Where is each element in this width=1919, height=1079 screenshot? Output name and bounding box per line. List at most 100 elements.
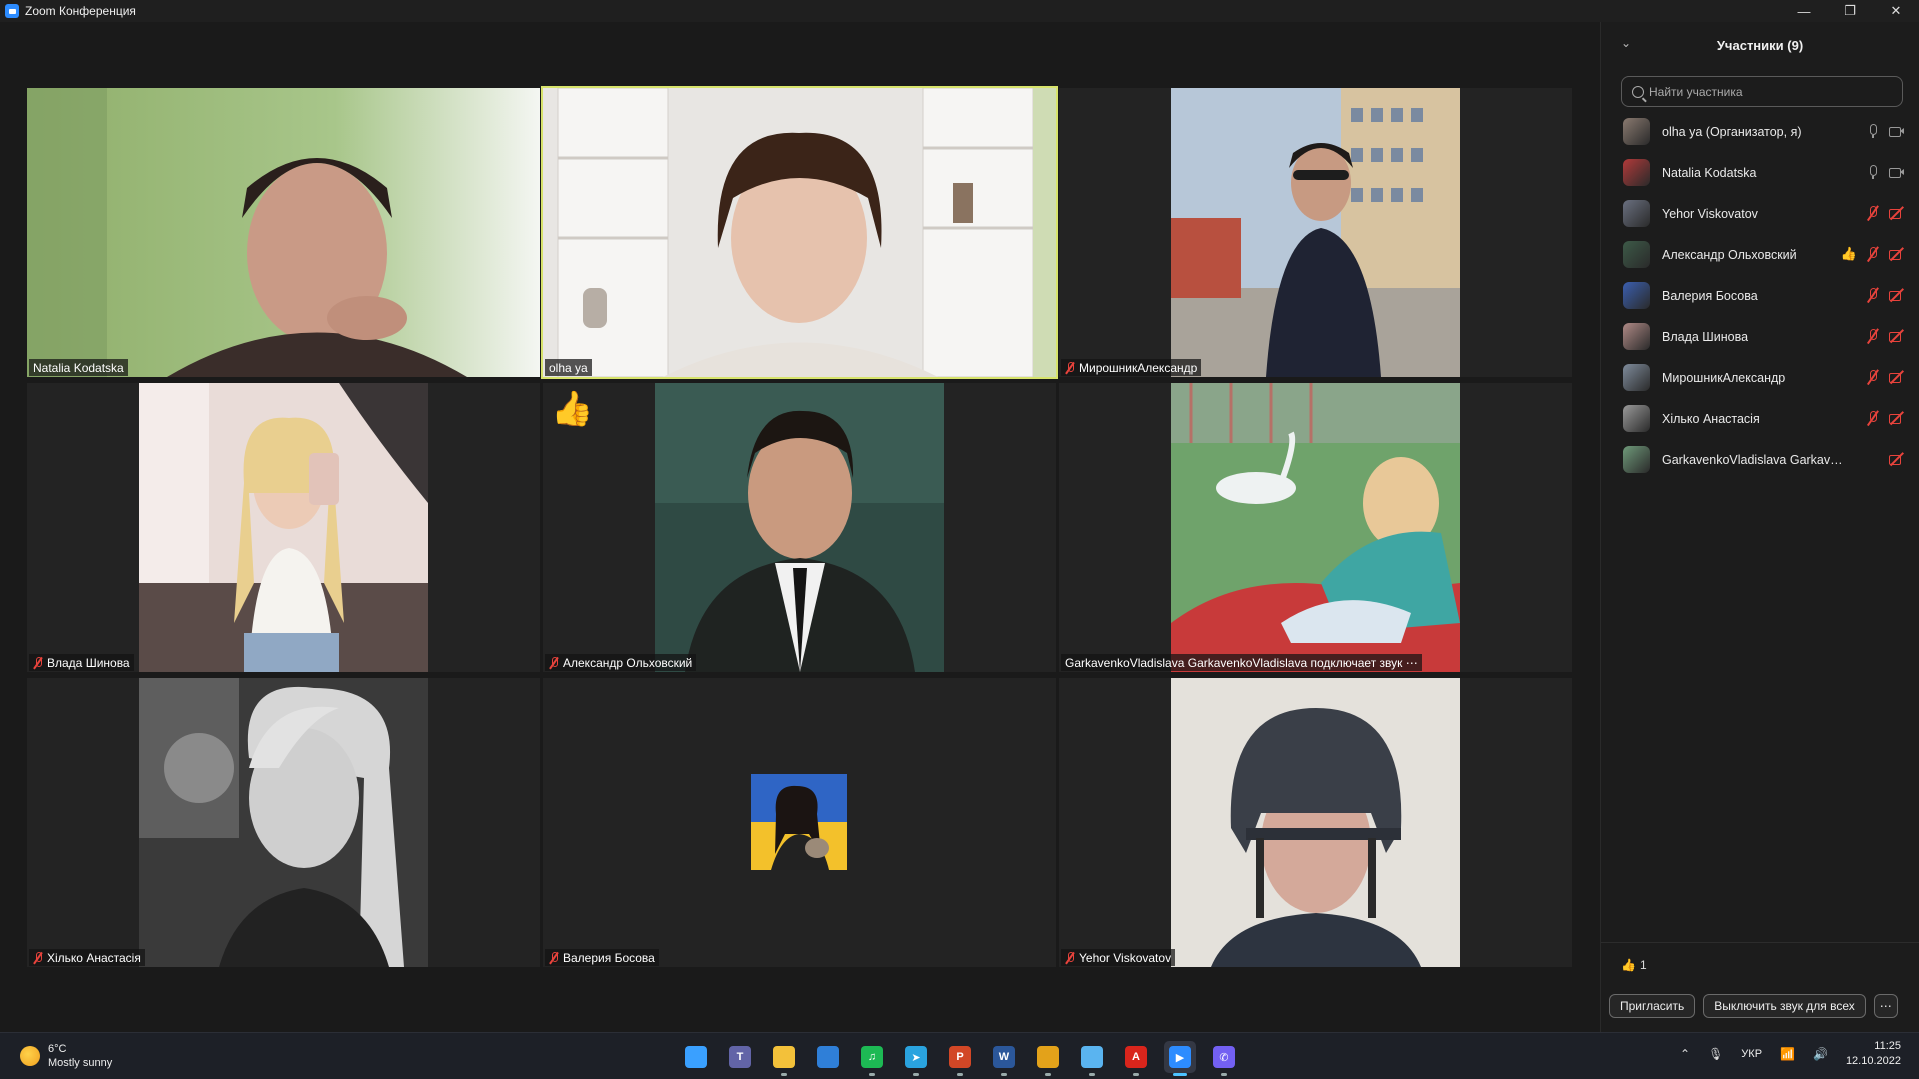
camera-off-icon[interactable] (1889, 410, 1905, 426)
camera-off-icon[interactable] (1889, 451, 1905, 467)
participant-avatar (1623, 159, 1650, 186)
video-tile-olkhovsky[interactable]: 👍 Александр Ольховский (543, 383, 1056, 672)
participant-avatar (1623, 405, 1650, 432)
participant-row[interactable]: GarkavenkoVladislava GarkavenkoVl... (1601, 439, 1919, 480)
sun-icon (20, 1046, 40, 1066)
camera-off-icon[interactable] (1889, 246, 1905, 262)
taskbar-chrome-button[interactable] (1032, 1041, 1064, 1076)
muted-mic-icon (1065, 361, 1075, 374)
participant-name-tag: Хілько Анастасія (29, 949, 145, 966)
mic-muted-icon[interactable] (1865, 328, 1881, 344)
camera-off-icon[interactable] (1889, 287, 1905, 303)
participant-search[interactable] (1621, 76, 1903, 107)
participant-video (139, 383, 428, 672)
mic-muted-icon[interactable] (1865, 369, 1881, 385)
participant-video (655, 383, 944, 672)
participant-video (1171, 88, 1460, 377)
taskbar-spotify-button[interactable]: ♫ (856, 1041, 888, 1076)
video-tile-khilko[interactable]: Хілько Анастасія (27, 678, 540, 967)
collapse-chevron-icon[interactable]: ⌄ (1621, 36, 1631, 50)
window-controls: — ❐ ✕ (1781, 0, 1919, 22)
thumbs-up-icon: 👍 (1840, 246, 1857, 261)
participant-list: olha ya (Организатор, я) Natalia Kodatsk… (1601, 111, 1919, 480)
video-tile-vlada[interactable]: Влада Шинова (27, 383, 540, 672)
mic-muted-icon[interactable] (1865, 205, 1881, 221)
taskbar-file-explorer-button[interactable] (768, 1041, 800, 1076)
participant-name-tag: olha ya (545, 359, 592, 376)
taskbar-zoom-button[interactable]: ▶ (1164, 1041, 1196, 1076)
participant-row[interactable]: Natalia Kodatska (1601, 152, 1919, 193)
camera-icon[interactable] (1889, 123, 1905, 139)
microphone-icon[interactable]: 🎙 (1708, 1047, 1723, 1061)
participant-row[interactable]: Yehor Viskovatov (1601, 193, 1919, 234)
restore-button[interactable]: ❐ (1827, 0, 1873, 22)
minimize-button[interactable]: — (1781, 0, 1827, 22)
language-indicator[interactable]: УКР (1741, 1048, 1762, 1060)
video-tile-bosova[interactable]: Валерия Босова (543, 678, 1056, 967)
acrobat-icon: A (1125, 1046, 1147, 1068)
taskbar-word-button[interactable]: W (988, 1041, 1020, 1076)
more-options-button[interactable]: ⋯ (1873, 994, 1898, 1018)
teams-icon: T (729, 1046, 751, 1068)
participant-search-input[interactable] (1649, 84, 1889, 99)
taskbar-acrobat-button[interactable]: A (1120, 1041, 1152, 1076)
taskbar-powerpoint-button[interactable]: P (944, 1041, 976, 1076)
taskbar-store-button[interactable] (812, 1041, 844, 1073)
participant-avatar (1623, 364, 1650, 391)
camera-off-icon[interactable] (1889, 328, 1905, 344)
video-tile-myroshnyk[interactable]: МирошникАлександр (1059, 88, 1572, 377)
participant-avatar (1623, 241, 1650, 268)
participant-name-tag: GarkavenkoVladislava GarkavenkoVladislav… (1061, 654, 1422, 671)
participant-row[interactable]: Хілько Анастасія (1601, 398, 1919, 439)
participant-name-tag: Александр Ольховский (545, 654, 697, 671)
camera-off-icon[interactable] (1889, 205, 1905, 221)
clock-date: 12.10.2022 (1845, 1055, 1901, 1067)
taskbar-viber-button[interactable]: ✆ (1208, 1041, 1240, 1076)
participant-row[interactable]: Влада Шинова (1601, 316, 1919, 357)
close-button[interactable]: ✕ (1873, 0, 1919, 22)
wifi-icon[interactable]: 📶 (1780, 1047, 1795, 1061)
taskbar-apps: T ♫ ➤ P W A ▶ ✆ (680, 1041, 1240, 1076)
video-tile-yehor[interactable]: Yehor Viskovatov (1059, 678, 1572, 967)
invite-button[interactable]: Пригласить (1609, 994, 1696, 1018)
participant-avatar (1623, 446, 1650, 473)
windows-taskbar: 6°C Mostly sunny T ♫ ➤ P W A ▶ ✆ ⌃ 🎙 УКР 📶 🔊 11… (0, 1032, 1919, 1079)
mic-icon[interactable] (1865, 164, 1881, 180)
chevron-up-icon[interactable]: ⌃ (1680, 1047, 1690, 1061)
camera-off-icon[interactable] (1889, 369, 1905, 385)
volume-icon[interactable]: 🔊 (1813, 1047, 1828, 1061)
telegram-icon: ➤ (905, 1046, 927, 1068)
participant-name: Natalia Kodatska (1662, 165, 1757, 180)
zoom-icon: ▶ (1169, 1046, 1191, 1068)
muted-mic-icon (33, 951, 43, 964)
participant-row[interactable]: Валерия Босова (1601, 275, 1919, 316)
mic-muted-icon[interactable] (1865, 246, 1881, 262)
video-tile-natalia[interactable]: Natalia Kodatska (27, 88, 540, 377)
panel-header: ⌄ Участники (9) (1601, 22, 1919, 68)
title-bar: Zoom Конференция — ❐ ✕ (0, 0, 1919, 22)
mic-muted-icon[interactable] (1865, 287, 1881, 303)
video-tile-garkavenko[interactable]: GarkavenkoVladislava GarkavenkoVladislav… (1059, 383, 1572, 672)
taskbar-telegram-button[interactable]: ➤ (900, 1041, 932, 1076)
thumbs-up-icon: 👍 (1621, 958, 1636, 972)
participant-row[interactable]: Александр Ольховский 👍 (1601, 234, 1919, 275)
taskbar-notepad-button[interactable] (1076, 1041, 1108, 1076)
mic-muted-icon[interactable] (1865, 410, 1881, 426)
video-tile-olha[interactable]: olha ya (541, 86, 1058, 379)
mic-icon[interactable] (1865, 123, 1881, 139)
participant-name-tag: Natalia Kodatska (29, 359, 128, 376)
participants-panel: ⌄ Участники (9) olha ya (Организатор, я)… (1600, 22, 1919, 1032)
participant-row[interactable]: МирошникАлександр (1601, 357, 1919, 398)
participant-name: Влада Шинова (1662, 329, 1749, 344)
taskbar-teams-button[interactable]: T (724, 1041, 756, 1073)
store-icon (817, 1046, 839, 1068)
mute-all-button[interactable]: Выключить звук для всех (1703, 994, 1866, 1018)
clock[interactable]: 11:25 12.10.2022 (1846, 1039, 1901, 1069)
weather-widget[interactable]: 6°C Mostly sunny (20, 1042, 112, 1070)
participant-row[interactable]: olha ya (Организатор, я) (1601, 111, 1919, 152)
viber-icon: ✆ (1213, 1046, 1235, 1068)
camera-icon[interactable] (1889, 164, 1905, 180)
taskbar-start-button[interactable] (680, 1041, 712, 1073)
panel-footer: Пригласить Выключить звук для всех ⋯ (1609, 994, 1898, 1018)
participant-name: Yehor Viskovatov (1662, 206, 1758, 221)
